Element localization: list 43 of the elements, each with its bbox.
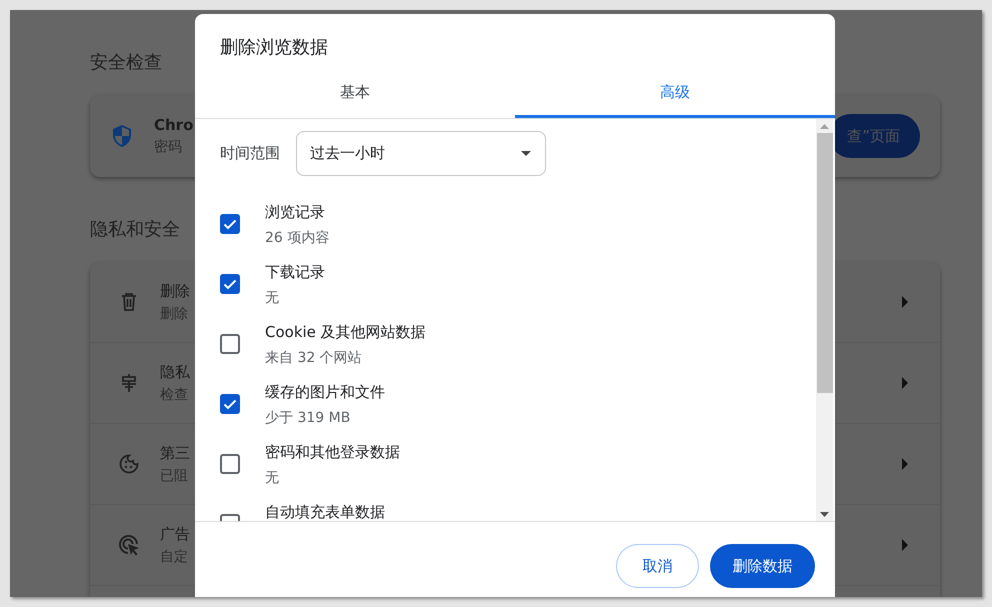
arrow-right-icon [902,458,908,470]
arrow-right-icon [902,296,908,308]
checkbox[interactable] [220,334,240,354]
arrow-right-icon [902,377,908,389]
row-title: 广告 [160,524,190,544]
checkbox[interactable] [220,274,240,294]
option-title: Cookie 及其他网站数据 [265,324,426,341]
dialog-title: 删除浏览数据 [219,36,329,60]
dropdown-caret-icon [521,151,531,156]
checkmark-icon [223,278,237,290]
option-detail: 无 [265,470,280,486]
checkbox[interactable] [220,214,240,234]
target-cursor-icon [118,534,140,556]
option-title: 自动填充表单数据 [265,504,385,521]
checkmark-icon [223,398,237,410]
arrow-right-icon [902,539,908,551]
delete-data-button[interactable]: 删除数据 [710,544,815,588]
checkmark-icon [223,218,237,230]
row-title: 第三 [160,444,190,462]
option-title: 下载记录 [265,264,325,281]
card-title: Chro [154,116,194,134]
cookie-icon [118,454,140,474]
option-title: 缓存的图片和文件 [265,384,385,401]
option-title: 密码和其他登录数据 [265,444,400,461]
tab[interactable]: 基本 [195,70,515,118]
checkbox[interactable] [220,454,240,474]
section-title: 安全检查 [90,51,162,75]
scrollbar[interactable] [816,119,833,521]
row-title: 隐私 [160,362,190,382]
shield-icon [112,124,132,148]
section-title: 隐私和安全 [90,218,180,242]
option-detail: 少于 319 MB [265,410,352,426]
option-detail: 来自 32 个网站 [265,350,363,366]
checkbox[interactable] [220,394,240,414]
row-title: 删除 [160,282,190,300]
time-range-dropdown[interactable]: 过去一小时 [296,131,546,176]
option-detail: 无 [265,290,280,306]
cancel-button[interactable]: 取消 [616,544,699,588]
tab[interactable]: 高级 [515,70,835,118]
scroll-down-icon[interactable] [820,512,829,517]
option-detail: 26 项内容 [265,230,330,246]
option-title: 浏览记录 [265,204,326,221]
time-range-label: 时间范围 [220,144,280,163]
